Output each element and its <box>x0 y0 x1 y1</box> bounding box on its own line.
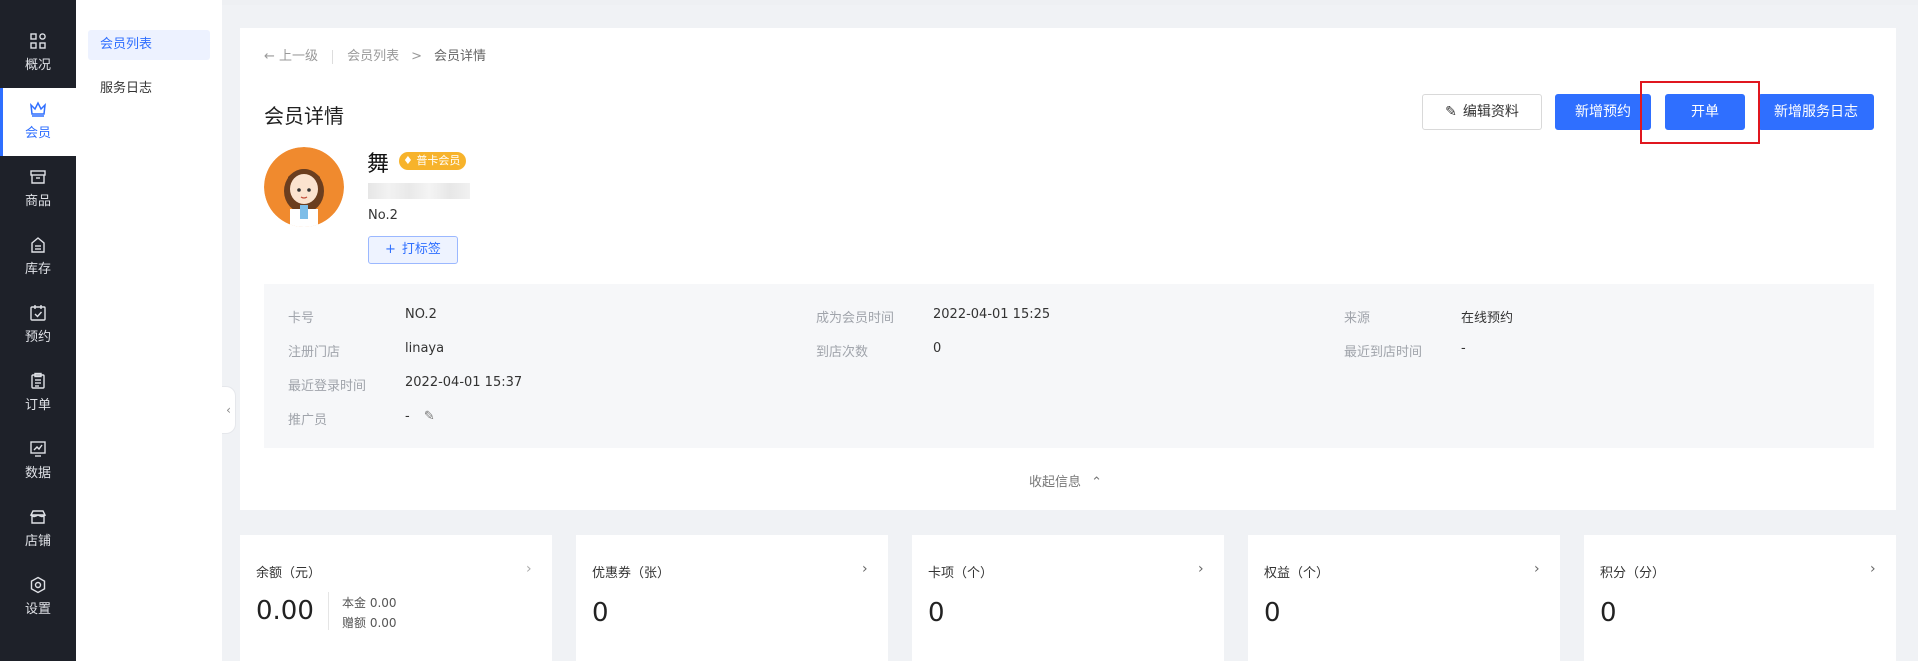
member-level-badge: ♦ 普卡会员 <box>399 152 467 170</box>
chevron-right-icon: › <box>862 561 868 577</box>
promoter-value: - ✎ <box>405 409 435 424</box>
avatar <box>264 147 344 227</box>
join-time-label: 成为会员时间 <box>816 311 895 326</box>
source-label: 来源 <box>1344 311 1371 326</box>
card-number-value: NO.2 <box>405 307 437 322</box>
benefits-card[interactable] <box>1248 535 1560 661</box>
last-visit-value: - <box>1461 341 1466 356</box>
sidebar-item-label: 会员 <box>24 126 51 141</box>
sidebar-item-products[interactable]: 商品 <box>0 156 76 224</box>
sidebar-item-label: 订单 <box>24 398 51 413</box>
cards-card[interactable] <box>912 535 1224 661</box>
chart-icon <box>0 440 76 460</box>
chevron-up-icon: ⌃ <box>1091 475 1103 490</box>
inventory-icon <box>0 236 76 256</box>
coupons-value: 0 <box>592 598 609 628</box>
benefits-value: 0 <box>1264 598 1281 628</box>
join-time-value: 2022-04-01 15:25 <box>933 307 1051 322</box>
collapse-info-toggle[interactable]: 收起信息 ⌃ <box>1029 471 1102 490</box>
sidebar-item-label: 预约 <box>24 330 51 345</box>
dashboard-icon <box>0 32 76 52</box>
sidebar-item-orders[interactable]: 订单 <box>0 360 76 428</box>
sidebar-item-label: 数据 <box>24 466 51 481</box>
register-store-label: 注册门店 <box>288 345 341 360</box>
sidebar-item-label: 商品 <box>24 194 51 209</box>
card-number-label: 卡号 <box>288 311 315 326</box>
crown-icon <box>0 100 76 120</box>
store-icon <box>0 508 76 528</box>
edit-promoter-icon[interactable]: ✎ <box>424 409 435 424</box>
sidebar-item-booking[interactable]: 预约 <box>0 292 76 360</box>
sidebar-item-settings[interactable]: 设置 <box>0 564 76 632</box>
new-booking-button[interactable]: 新增预约 <box>1555 94 1651 130</box>
visit-count-label: 到店次数 <box>816 345 869 360</box>
sidebar-item-inventory[interactable]: 库存 <box>0 224 76 292</box>
breadcrumb-current: 会员详情 <box>433 49 486 64</box>
source-value: 在线预约 <box>1461 311 1514 326</box>
coupons-card[interactable] <box>576 535 888 661</box>
last-visit-label: 最近到店时间 <box>1344 345 1423 360</box>
sidebar-item-label: 概况 <box>24 58 51 73</box>
chevron-left-icon: ‹ <box>226 403 231 417</box>
balance-gift: 赠额 0.00 <box>342 616 397 630</box>
points-card[interactable] <box>1584 535 1896 661</box>
points-title: 积分（分） <box>1600 566 1666 581</box>
sidebar-item-member[interactable]: 会员 <box>0 88 76 156</box>
balance-divider <box>328 592 329 630</box>
cards-value: 0 <box>928 598 945 628</box>
register-store-value: linaya <box>405 341 445 356</box>
subnav-item-member-list[interactable]: 会员列表 <box>88 30 210 60</box>
promoter-label: 推广员 <box>288 413 328 428</box>
open-order-button[interactable]: 开单 <box>1665 94 1745 130</box>
breadcrumb-separator: > <box>411 49 422 64</box>
collapse-subnav-toggle[interactable]: ‹ <box>222 386 236 434</box>
masked-phone-number <box>368 183 470 199</box>
diamond-icon: ♦ <box>403 154 413 167</box>
chevron-right-icon: › <box>1534 561 1540 577</box>
edit-profile-button[interactable]: ✎ 编辑资料 <box>1422 94 1542 130</box>
cards-title: 卡项（个） <box>928 566 994 581</box>
add-tag-button[interactable]: + 打标签 <box>368 236 458 264</box>
member-number: No.2 <box>368 208 398 223</box>
benefits-title: 权益（个） <box>1264 566 1330 581</box>
balance-title: 余额（元） <box>256 566 322 581</box>
member-info-panel <box>264 284 1874 448</box>
last-login-label: 最近登录时间 <box>288 379 367 394</box>
back-link[interactable]: ← 上一级 <box>264 45 318 64</box>
balance-principal: 本金 0.00 <box>342 596 397 610</box>
sidebar-item-label: 设置 <box>24 602 51 617</box>
breadcrumb-divider <box>332 49 334 64</box>
main-sidebar: 概况 会员 商品 库存 预约 订单 数据 店铺 设置 <box>0 0 76 661</box>
member-name: 舞 <box>367 152 390 177</box>
plus-icon: + <box>385 242 396 257</box>
page-title: 会员详情 <box>264 104 344 128</box>
top-strip <box>0 0 1918 5</box>
sub-navigation: 会员列表 服务日志 <box>76 0 222 661</box>
sidebar-item-label: 店铺 <box>24 534 51 549</box>
visit-count-value: 0 <box>933 341 942 356</box>
settings-icon <box>0 576 76 596</box>
chevron-right-icon: › <box>526 561 532 577</box>
points-value: 0 <box>1600 598 1617 628</box>
sidebar-item-data[interactable]: 数据 <box>0 428 76 496</box>
new-service-log-button[interactable]: 新增服务日志 <box>1758 94 1874 130</box>
arrow-left-icon: ← <box>264 49 275 64</box>
coupons-title: 优惠券（张） <box>592 566 671 581</box>
sidebar-item-store[interactable]: 店铺 <box>0 496 76 564</box>
clipboard-icon <box>0 372 76 392</box>
edit-pen-icon: ✎ <box>1445 104 1457 120</box>
breadcrumb: ← 上一级 会员列表 > 会员详情 <box>264 45 486 64</box>
balance-value: 0.00 <box>256 596 314 626</box>
calendar-check-icon <box>0 304 76 324</box>
breadcrumb-member-list[interactable]: 会员列表 <box>347 45 399 64</box>
chevron-right-icon: › <box>1870 561 1876 577</box>
subnav-item-service-log[interactable]: 服务日志 <box>88 74 210 104</box>
sidebar-item-label: 库存 <box>24 262 51 277</box>
last-login-value: 2022-04-01 15:37 <box>405 375 523 390</box>
box-icon <box>0 168 76 188</box>
chevron-right-icon: › <box>1198 561 1204 577</box>
sidebar-item-overview[interactable]: 概况 <box>0 20 76 88</box>
